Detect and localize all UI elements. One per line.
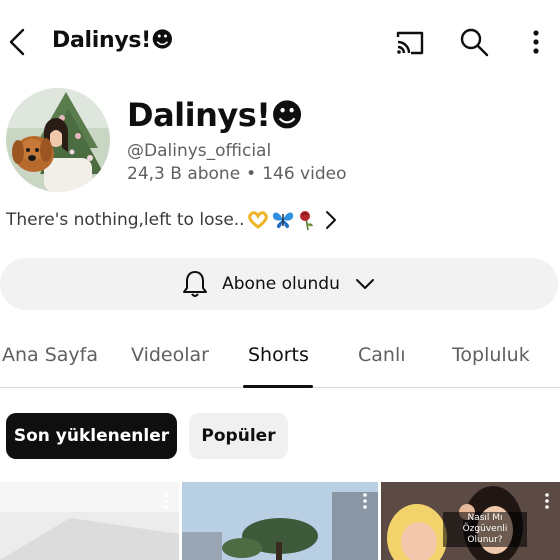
channel-stats: 24,3 B abone • 146 video [127, 164, 347, 184]
chevron-right-icon[interactable] [322, 207, 340, 233]
stats-separator: • [246, 164, 257, 184]
video-count: 146 video [262, 164, 347, 184]
bell-icon [183, 271, 208, 297]
tab-home[interactable]: Ana Sayfa [2, 344, 98, 366]
description-text: There's nothing,left to lose.. [6, 210, 245, 230]
short-thumbnail[interactable] [0, 482, 179, 560]
more-vert-icon[interactable] [362, 492, 368, 510]
subscriber-count: 24,3 B abone [127, 164, 241, 184]
tab-videos[interactable]: Videolar [131, 344, 209, 366]
more-vert-icon[interactable] [544, 492, 550, 510]
subscribed-button[interactable]: Abone olundu [0, 258, 558, 310]
channel-name: Dalinys!☻ [127, 96, 304, 134]
short-thumbnail[interactable]: Nasıl Mı Özgüvenli Olunur? [381, 482, 560, 560]
description-emoji [247, 209, 317, 231]
active-tab-indicator [243, 385, 313, 388]
channel-description[interactable]: There's nothing,left to lose.. [6, 207, 317, 233]
channel-handle: @Dalinys_official [127, 141, 272, 161]
filter-chip-popular[interactable]: Popüler [189, 413, 288, 459]
more-vert-icon[interactable] [163, 492, 169, 510]
short-caption: Nasıl Mı Özgüvenli Olunur? [443, 512, 527, 547]
avatar[interactable] [6, 88, 110, 192]
subscribe-label: Abone olundu [222, 274, 340, 294]
more-vert-icon[interactable] [524, 26, 548, 58]
tab-shorts[interactable]: Shorts [248, 344, 309, 366]
tab-live[interactable]: Canlı [358, 344, 406, 366]
chevron-down-icon [355, 279, 374, 289]
tab-community[interactable]: Topluluk [452, 344, 530, 366]
search-icon[interactable] [458, 26, 490, 58]
header-title: Dalinys!☻ [52, 28, 174, 53]
heart-hands-icon [247, 211, 268, 229]
top-app-bar: Dalinys!☻ [0, 0, 560, 84]
cast-icon[interactable] [394, 28, 426, 56]
butterfly-icon [272, 212, 293, 229]
channel-tabs: Ana Sayfa Videolar Shorts Canlı Topluluk [0, 330, 560, 388]
wilted-rose-icon [299, 211, 313, 231]
short-thumbnail[interactable] [182, 482, 378, 560]
back-arrow-icon[interactable] [4, 26, 32, 58]
filter-chip-recent[interactable]: Son yüklenenler [6, 413, 177, 459]
